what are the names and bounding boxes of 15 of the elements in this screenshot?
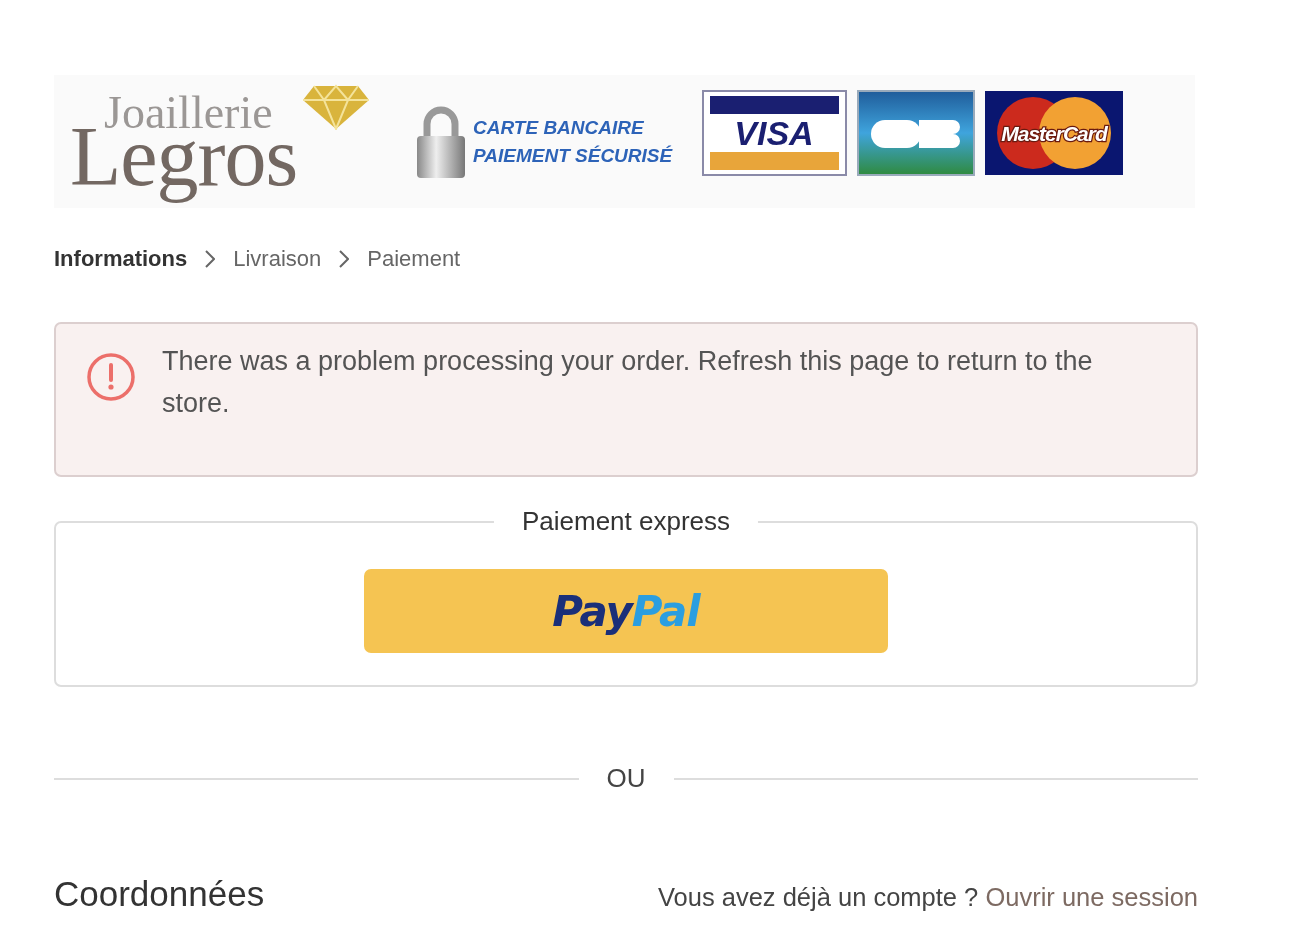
chevron-icon [205,250,216,268]
paypal-button[interactable]: PayPal [364,569,888,653]
secure-text: PAIEMENT SÉCURISÉ [473,143,673,168]
error-message: There was a problem processing your order. Refresh this page to return to the store. [162,345,1094,420]
divider-label: OU [606,763,646,794]
card-logo: VISA [702,89,848,176]
breadcrumb-item[interactable]: Livraison [233,246,322,272]
breadcrumb-item[interactable]: Paiement [367,246,461,272]
section-title: Coordonnées [54,874,265,914]
warning-icon [86,352,136,402]
breadcrumb-item[interactable]: Informations [54,246,188,272]
chevron-icon [339,250,350,268]
account-prompt: Vous avez déjà un compte ? Ouvrir une session [657,883,1198,912]
login-link[interactable]: Ouvrir une session [985,883,1198,911]
secure-text: CARTE BANCAIRE [473,115,645,140]
